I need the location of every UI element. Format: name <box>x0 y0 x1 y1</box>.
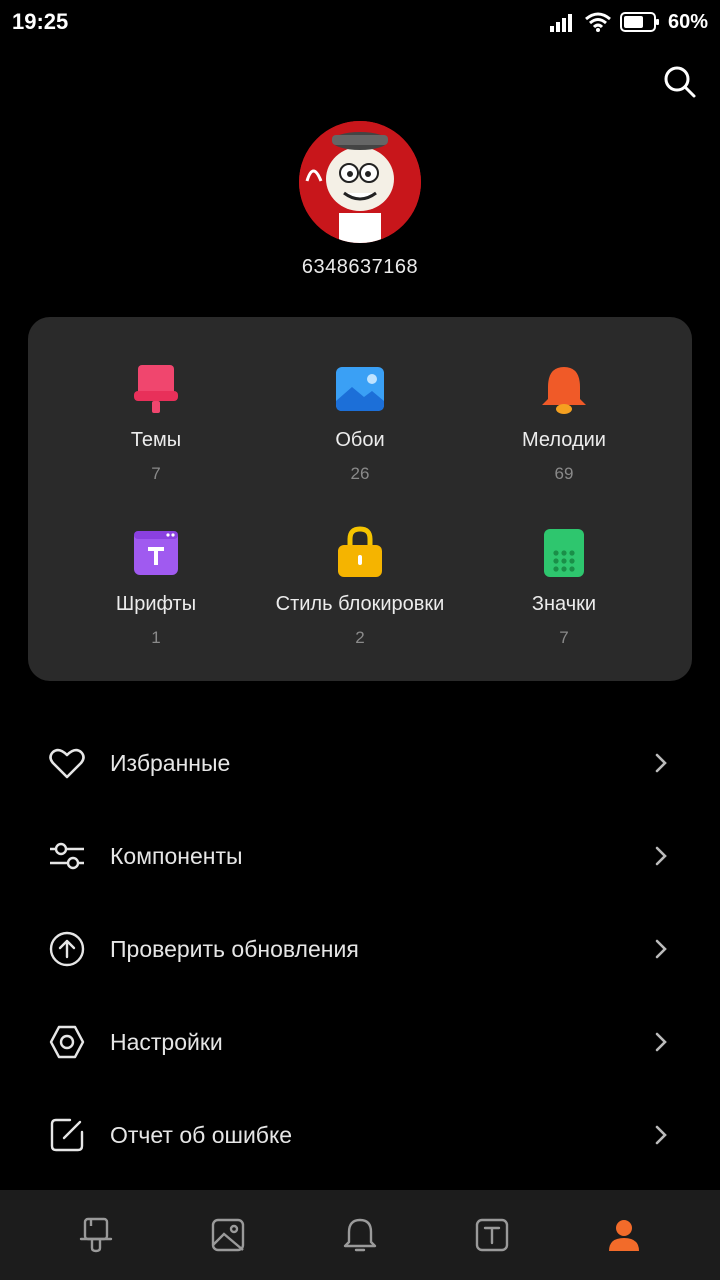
category-icons[interactable]: Значки 7 <box>464 525 664 648</box>
person-icon <box>609 1220 639 1251</box>
nav-themes[interactable] <box>66 1205 126 1265</box>
status-icons: 60% <box>549 10 708 34</box>
category-wallpapers[interactable]: Обои 26 <box>260 361 460 484</box>
menu-label: Компоненты <box>110 842 243 869</box>
sliders-icon <box>50 842 84 870</box>
chevron-right-icon <box>655 1125 667 1145</box>
category-ringtones[interactable]: Мелодии 69 <box>464 361 664 484</box>
lock-icon <box>338 526 382 577</box>
user-id: 6348637168 <box>301 256 419 278</box>
settings-icon <box>49 1025 85 1059</box>
wallpaper-icon <box>336 367 384 411</box>
categories-card: Темы 7 Обои 26 Мелодии 69 Шрифты 1 Стиль… <box>28 317 692 681</box>
image-icon <box>211 1218 245 1252</box>
category-lockscreen[interactable]: Стиль блокировки 2 <box>260 525 460 648</box>
chevron-right-icon <box>655 1032 667 1052</box>
category-count: 26 <box>350 464 370 483</box>
battery-percent: 60% <box>667 10 708 33</box>
chevron-right-icon <box>655 939 667 959</box>
category-label: Мелодии <box>522 429 606 451</box>
status-bar: 19:25 60% <box>0 0 720 44</box>
font-icon <box>475 1218 509 1252</box>
menu-item-favorites[interactable]: Избранные <box>0 717 720 809</box>
font-icon <box>134 531 178 575</box>
wifi-icon <box>585 12 611 32</box>
nav-wallpapers[interactable] <box>198 1205 258 1265</box>
app-icons-icon <box>544 529 584 577</box>
menu-item-bug-report[interactable]: Отчет об ошибке <box>0 1089 720 1181</box>
menu-item-components[interactable]: Компоненты <box>0 810 720 902</box>
menu-item-check-updates[interactable]: Проверить обновления <box>0 903 720 995</box>
category-label: Значки <box>531 593 597 615</box>
nav-fonts[interactable] <box>462 1205 522 1265</box>
avatar[interactable] <box>299 121 421 243</box>
category-count: 7 <box>559 628 569 647</box>
category-count: 7 <box>151 464 161 483</box>
category-label: Шрифты <box>115 593 197 615</box>
menu-item-settings[interactable]: Настройки <box>0 996 720 1088</box>
category-count: 69 <box>554 464 574 483</box>
chevron-right-icon <box>655 846 667 866</box>
avatar-image <box>299 121 421 243</box>
menu-label: Проверить обновления <box>110 935 359 962</box>
category-fonts[interactable]: Шрифты 1 <box>56 525 256 648</box>
menu-label: Отчет об ошибке <box>110 1121 293 1148</box>
bell-icon <box>542 367 586 414</box>
category-label: Темы <box>130 429 182 451</box>
category-count: 1 <box>151 628 161 647</box>
chevron-right-icon <box>655 753 667 773</box>
themes-icon <box>134 365 178 413</box>
menu-label: Настройки <box>110 1028 223 1055</box>
brush-icon <box>79 1217 113 1253</box>
category-label: Стиль блокировки <box>275 593 445 615</box>
search-icon <box>664 66 696 98</box>
bottom-nav <box>0 1190 720 1280</box>
bell-icon <box>343 1218 377 1252</box>
category-themes[interactable]: Темы 7 <box>56 361 256 484</box>
search-button[interactable] <box>660 62 700 102</box>
heart-icon <box>49 748 85 779</box>
nav-ringtones[interactable] <box>330 1205 390 1265</box>
battery-icon <box>619 12 659 32</box>
edit-report-icon <box>50 1118 84 1152</box>
nav-profile[interactable] <box>594 1205 654 1265</box>
signal-icon <box>549 14 572 32</box>
update-arrow-icon <box>49 931 85 967</box>
menu-label: Избранные <box>110 749 231 776</box>
category-label: Обои <box>335 429 385 451</box>
status-time: 19:25 <box>12 9 69 34</box>
category-count: 2 <box>355 628 365 647</box>
